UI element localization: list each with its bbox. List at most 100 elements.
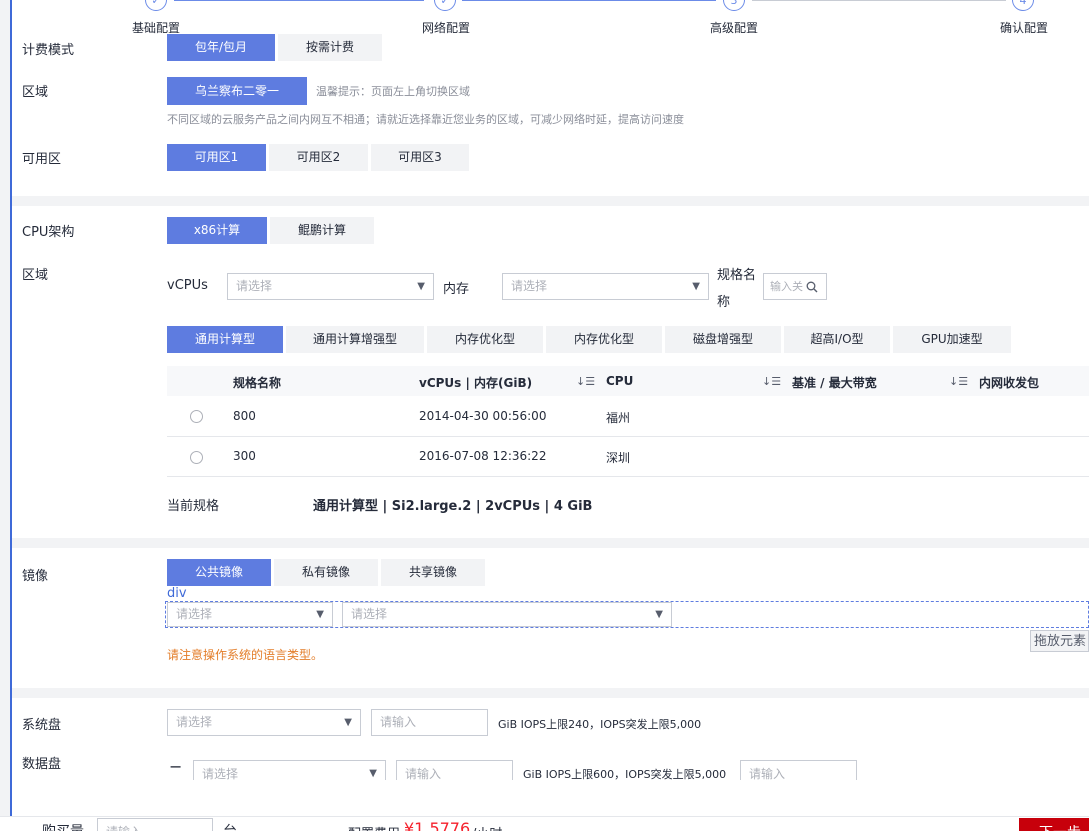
step-1-check-icon: ✓ bbox=[145, 0, 167, 11]
sort-icon[interactable]: ↓☰ bbox=[762, 375, 781, 388]
quantity-input[interactable]: 请输入 bbox=[97, 818, 213, 831]
system-disk-size-input[interactable]: 请输入 bbox=[371, 709, 488, 736]
footer-bar: 购买量 请输入 台 配置费用 ¥1.5776 /小时 下一步 bbox=[0, 816, 1089, 831]
row-divider bbox=[167, 436, 1089, 437]
column-header-packets: 内网收发包 bbox=[979, 376, 1040, 390]
column-header-vcpus-memory: vCPUs | 内存(GiB) bbox=[419, 376, 533, 390]
row-spec-name: 300 bbox=[233, 449, 256, 463]
data-disk-size-input[interactable]: 请输入 bbox=[396, 760, 513, 780]
spec-tab-general-enhanced[interactable]: 通用计算增强型 bbox=[286, 326, 424, 353]
left-accent-line bbox=[10, 0, 12, 830]
cpu-arch-x86[interactable]: x86计算 bbox=[167, 217, 267, 244]
system-disk-type-select[interactable]: 请选择 ▼ bbox=[167, 709, 361, 736]
az-option-3[interactable]: 可用区3 bbox=[371, 144, 469, 171]
billing-label: 计费模式 bbox=[22, 43, 75, 58]
system-disk-label: 系统盘 bbox=[22, 718, 62, 733]
chevron-down-icon: ▼ bbox=[369, 768, 377, 779]
region-tip: 温馨提示：页面左上角切换区域 bbox=[316, 85, 470, 98]
spec-tab-memory-optimized-2[interactable]: 内存优化型 bbox=[546, 326, 662, 353]
vcpus-select[interactable]: 请选择 ▼ bbox=[227, 273, 434, 300]
drag-element-button[interactable]: 拖放元素 bbox=[1030, 630, 1089, 652]
data-disk-label: 数据盘 bbox=[22, 757, 62, 772]
az-label: 可用区 bbox=[22, 152, 62, 167]
spec-name-label-line2: 称 bbox=[717, 295, 731, 310]
section-divider bbox=[12, 196, 1089, 206]
billing-option-ondemand[interactable]: 按需计费 bbox=[278, 34, 382, 61]
image-option-shared[interactable]: 共享镜像 bbox=[381, 559, 485, 586]
data-disk-type-placeholder: 请选择 bbox=[202, 767, 239, 780]
step-connector bbox=[752, 0, 1006, 1]
step-connector bbox=[174, 0, 424, 1]
image-label: 镜像 bbox=[22, 569, 49, 584]
remove-disk-icon[interactable]: − bbox=[169, 757, 182, 776]
step-connector bbox=[462, 0, 716, 1]
memory-label: 内存 bbox=[443, 282, 470, 297]
row-cpu: 深圳 bbox=[606, 451, 631, 465]
spec-tab-disk-enhanced[interactable]: 磁盘增强型 bbox=[665, 326, 781, 353]
search-icon[interactable] bbox=[806, 274, 818, 299]
row-radio[interactable] bbox=[190, 410, 203, 423]
left-gutter bbox=[0, 0, 10, 830]
system-disk-type-placeholder: 请选择 bbox=[176, 715, 213, 729]
row-radio[interactable] bbox=[190, 451, 203, 464]
chevron-down-icon: ▼ bbox=[692, 281, 700, 292]
step-3-number: 3 bbox=[723, 0, 745, 11]
chevron-down-icon: ▼ bbox=[417, 281, 425, 292]
region-description: 不同区域的云服务产品之间内网互不相通；请就近选择靠近您业务的区域，可减少网络时延… bbox=[167, 113, 684, 126]
sort-icon[interactable]: ↓☰ bbox=[576, 375, 595, 388]
section-divider bbox=[12, 538, 1089, 548]
spec-tab-memory-optimized[interactable]: 内存优化型 bbox=[427, 326, 543, 353]
os-select-placeholder: 请选择 bbox=[176, 607, 213, 621]
spec-tab-gpu[interactable]: GPU加速型 bbox=[893, 326, 1011, 353]
chevron-down-icon: ▼ bbox=[316, 609, 324, 620]
vcpus-label: vCPUs bbox=[167, 278, 208, 293]
spec-tab-high-io[interactable]: 超高I/O型 bbox=[784, 326, 890, 353]
spec-name-search-input[interactable]: 输入关 bbox=[763, 273, 827, 300]
column-header-spec-name: 规格名称 bbox=[233, 376, 282, 390]
row-vcpus-memory: 2016-07-08 12:36:22 bbox=[419, 449, 547, 463]
os-select[interactable]: 请选择 ▼ bbox=[167, 602, 333, 627]
step-label-4: 确认配置 bbox=[1000, 21, 1049, 35]
spec-name-search-placeholder: 输入关 bbox=[770, 280, 803, 293]
cpu-arch-kunpeng[interactable]: 鲲鹏计算 bbox=[270, 217, 374, 244]
fee-value: ¥1.5776 bbox=[404, 819, 471, 831]
vcpus-select-placeholder: 请选择 bbox=[236, 279, 273, 293]
system-disk-iops-info: GiB IOPS上限240，IOPS突发上限5,000 bbox=[498, 718, 702, 731]
current-spec-label: 当前规格 bbox=[167, 499, 220, 514]
chevron-down-icon: ▼ bbox=[655, 609, 663, 620]
step-4-number: 4 bbox=[1012, 0, 1034, 11]
cpu-arch-label: CPU架构 bbox=[22, 225, 75, 240]
current-spec-value: 通用计算型 | Si2.large.2 | 2vCPUs | 4 GiB bbox=[313, 499, 593, 514]
section-divider bbox=[12, 688, 1089, 698]
spec-tab-general[interactable]: 通用计算型 bbox=[167, 326, 283, 353]
image-version-select-placeholder: 请选择 bbox=[351, 607, 388, 621]
footer-spacer bbox=[12, 780, 1089, 816]
image-option-private[interactable]: 私有镜像 bbox=[274, 559, 378, 586]
spec-name-label-line1: 规格名 bbox=[717, 268, 757, 283]
column-header-bandwidth: 基准 / 最大带宽 bbox=[792, 376, 877, 390]
spec-label: 区域 bbox=[22, 268, 49, 283]
row-divider bbox=[167, 476, 1089, 477]
step-2-check-icon: ✓ bbox=[434, 0, 456, 11]
row-cpu: 福州 bbox=[606, 411, 631, 425]
az-option-1[interactable]: 可用区1 bbox=[167, 144, 266, 171]
memory-select[interactable]: 请选择 ▼ bbox=[502, 273, 709, 300]
sort-icon[interactable]: ↓☰ bbox=[949, 375, 968, 388]
column-header-cpu: CPU bbox=[606, 374, 634, 388]
next-step-button[interactable]: 下一步 bbox=[1019, 818, 1089, 831]
billing-option-yearly[interactable]: 包年/包月 bbox=[167, 34, 275, 61]
row-spec-name: 800 bbox=[233, 409, 256, 423]
image-option-public[interactable]: 公共镜像 bbox=[167, 559, 271, 586]
data-disk-extra-input[interactable]: 请输入 bbox=[740, 760, 857, 780]
region-label: 区域 bbox=[22, 85, 49, 100]
region-selector[interactable]: 乌兰察布二零一 bbox=[167, 77, 307, 105]
image-version-select[interactable]: 请选择 ▼ bbox=[342, 602, 672, 627]
row-vcpus-memory: 2014-04-30 00:56:00 bbox=[419, 409, 547, 423]
step-label-2: 网络配置 bbox=[422, 21, 471, 35]
div-tag-label: div bbox=[167, 586, 187, 601]
step-label-3: 高级配置 bbox=[710, 21, 759, 35]
az-option-2[interactable]: 可用区2 bbox=[269, 144, 368, 171]
chevron-down-icon: ▼ bbox=[344, 717, 352, 728]
os-language-warning: 请注意操作系统的语言类型。 bbox=[167, 648, 324, 662]
data-disk-type-select[interactable]: 请选择 ▼ bbox=[193, 760, 386, 780]
